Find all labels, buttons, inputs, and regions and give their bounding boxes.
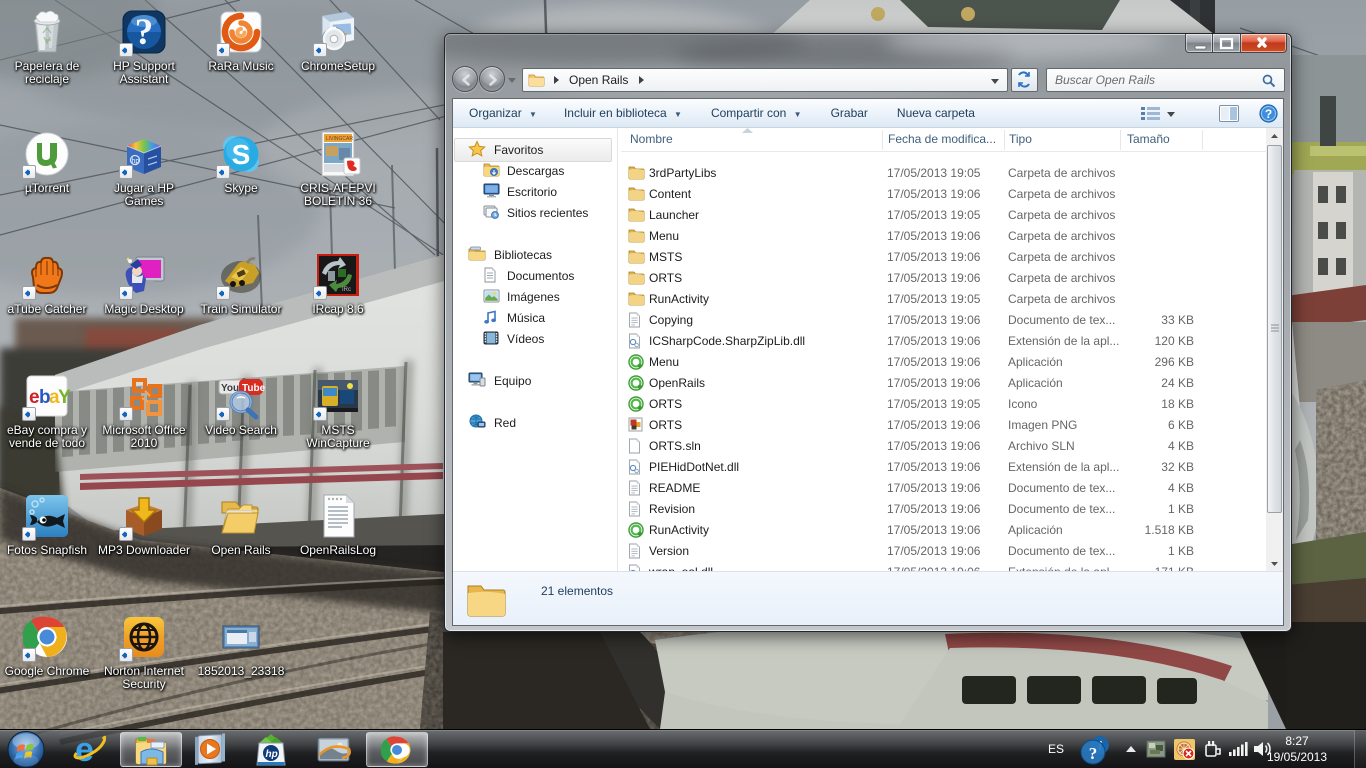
svg-text:?: ? bbox=[1265, 107, 1272, 121]
svg-text:e: e bbox=[75, 733, 94, 767]
svg-text:?: ? bbox=[135, 12, 154, 53]
svg-text:hp: hp bbox=[132, 158, 140, 165]
svg-text:e: e bbox=[29, 387, 40, 408]
svg-text:S: S bbox=[232, 139, 251, 170]
svg-text:?: ? bbox=[1089, 744, 1098, 763]
svg-text:IRc: IRc bbox=[342, 287, 351, 293]
svg-text:hp: hp bbox=[266, 749, 278, 760]
svg-text:LIVINGCAR: LIVINGCAR bbox=[326, 136, 353, 142]
svg-text:Y: Y bbox=[58, 387, 71, 408]
